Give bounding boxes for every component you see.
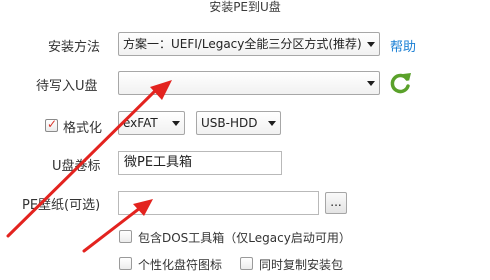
wallpaper-label: PE壁纸(可选) [22, 198, 101, 213]
filesystem-value: exFAT [123, 116, 158, 130]
help-link[interactable]: 帮助 [390, 36, 416, 55]
filesystem-select[interactable]: exFAT [118, 111, 185, 135]
copy-installer-checkbox[interactable] [240, 257, 253, 270]
checkmark-icon: ✓ [47, 117, 58, 131]
wallpaper-input[interactable] [118, 191, 319, 215]
install-method-label: 安装方法 [48, 40, 101, 55]
target-usb-select[interactable] [118, 71, 380, 95]
chevron-down-icon [367, 42, 375, 47]
window-title: 安装PE到U盘 [209, 0, 281, 14]
custom-icon-label: 个性化盘符图标 [138, 258, 223, 272]
volume-label-input[interactable]: 微PE工具箱 [118, 151, 282, 175]
boot-mode-select[interactable]: USB-HDD [196, 111, 281, 135]
volume-label-value: 微PE工具箱 [124, 155, 193, 170]
chevron-down-icon [172, 121, 180, 126]
custom-icon-checkbox[interactable] [119, 257, 132, 270]
install-method-value: 方案一：UEFI/Legacy全能三分区方式(推荐) [123, 37, 362, 51]
chevron-down-icon [367, 81, 375, 86]
copy-installer-label: 同时复制安装包 [259, 258, 344, 272]
install-method-select[interactable]: 方案一：UEFI/Legacy全能三分区方式(推荐) [118, 32, 380, 56]
format-label: 格式化 [63, 121, 103, 136]
volume-label: U盘卷标 [52, 159, 101, 174]
browse-button[interactable]: ... [325, 192, 347, 214]
dos-toolbox-label: 包含DOS工具箱（仅Legacy启动可用） [138, 231, 351, 245]
boot-mode-value: USB-HDD [201, 116, 258, 130]
target-usb-label: 待写入U盘 [36, 79, 98, 94]
refresh-icon[interactable] [387, 70, 413, 96]
dos-toolbox-checkbox[interactable] [119, 230, 132, 243]
chevron-down-icon [268, 121, 276, 126]
format-checkbox[interactable]: ✓ [45, 117, 58, 132]
